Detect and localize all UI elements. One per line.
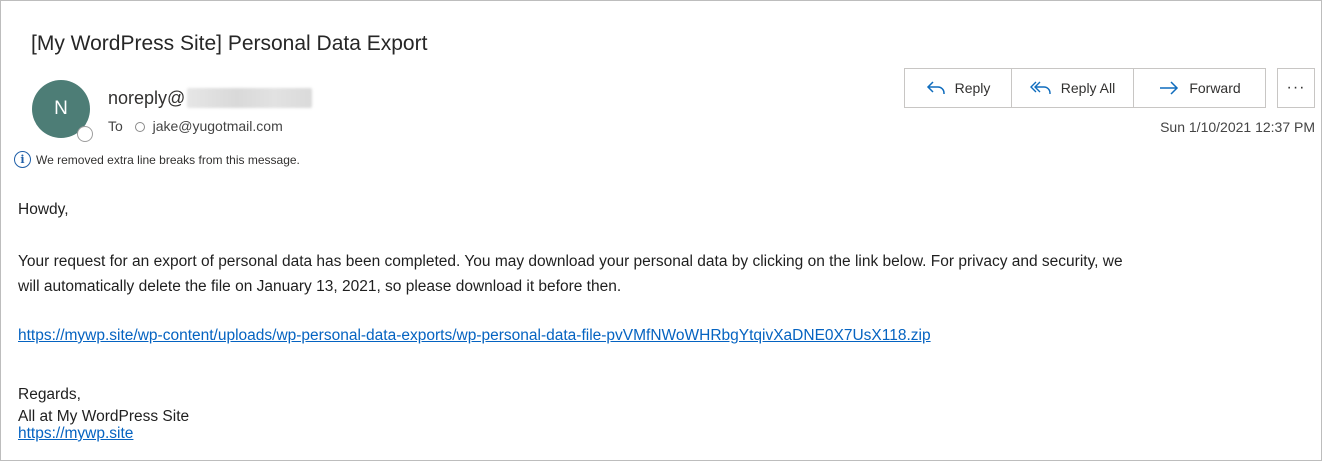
reply-arrow-icon	[926, 81, 945, 94]
reply-all-arrow-icon	[1029, 81, 1051, 94]
message-subject: [My WordPress Site] Personal Data Export	[31, 32, 428, 55]
presence-status-icon	[77, 126, 93, 142]
site-link[interactable]: https://mywp.site	[18, 425, 133, 443]
info-notice-text: We removed extra line breaks from this m…	[36, 152, 300, 167]
forward-label: Forward	[1189, 80, 1241, 96]
export-download-link[interactable]: https://mywp.site/wp-content/uploads/wp-…	[18, 327, 931, 345]
recipient-address[interactable]: jake@yugotmail.com	[153, 118, 283, 134]
avatar-initial: N	[54, 98, 68, 119]
recipients-line: To jake@yugotmail.com	[108, 118, 283, 134]
sender-name[interactable]: noreply@	[108, 88, 185, 108]
to-label: To	[108, 118, 123, 134]
regards-text: Regards,	[18, 386, 81, 403]
message-reading-pane: [My WordPress Site] Personal Data Export…	[0, 0, 1322, 461]
reply-button[interactable]: Reply	[905, 69, 1012, 107]
body-paragraph: Your request for an export of personal d…	[18, 249, 1123, 299]
recipient-presence-icon	[134, 122, 145, 132]
info-notice: i We removed extra line breaks from this…	[14, 151, 300, 168]
message-timestamp: Sun 1/10/2021 12:37 PM	[1160, 119, 1315, 135]
body-greeting: Howdy,	[18, 201, 69, 218]
body-signoff: Regards, All at My WordPress Site	[18, 384, 189, 428]
reply-all-label: Reply All	[1060, 80, 1116, 96]
redacted-sender-domain	[187, 88, 313, 109]
info-icon: i	[14, 151, 31, 168]
reply-label: Reply	[954, 80, 991, 96]
more-ellipsis-icon: ···	[1286, 79, 1306, 96]
more-actions-button[interactable]: ···	[1277, 68, 1315, 108]
message-action-bar: Reply Reply All Forward	[904, 68, 1266, 108]
body-paragraph-line-1: Your request for an export of personal d…	[18, 253, 1123, 270]
sender-line[interactable]: noreply@	[108, 87, 313, 109]
body-paragraph-line-2: will automatically delete the file on Ja…	[18, 278, 622, 295]
reply-all-button[interactable]: Reply All	[1012, 69, 1134, 107]
forward-arrow-icon	[1160, 81, 1179, 95]
forward-button[interactable]: Forward	[1134, 69, 1265, 107]
